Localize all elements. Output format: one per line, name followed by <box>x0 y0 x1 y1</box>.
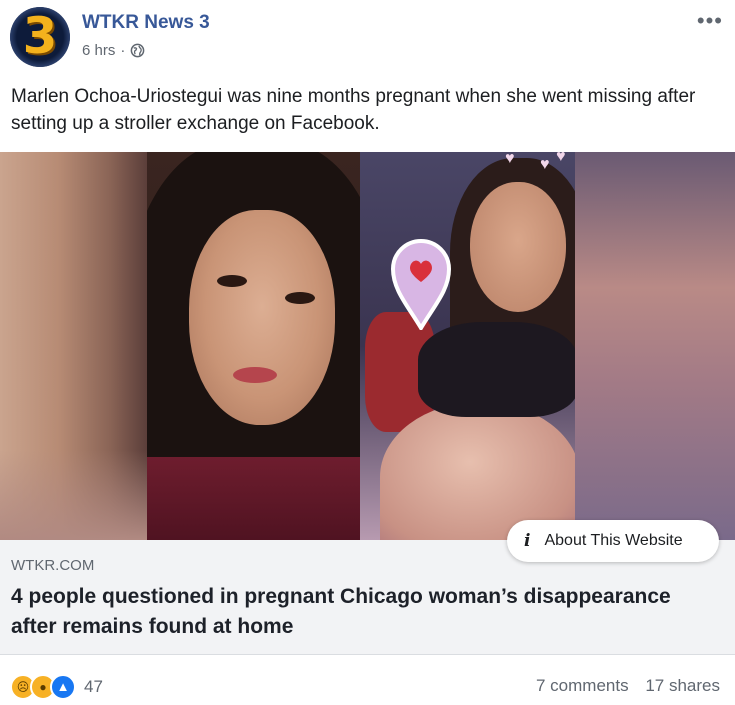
avatar-logo-number: 3 <box>22 7 58 65</box>
about-website-button[interactable]: i About This Website <box>507 520 719 562</box>
page-avatar[interactable]: 3 <box>10 7 70 67</box>
post-meta: 6 hrs · <box>82 42 145 59</box>
like-icon: ▲ <box>50 674 76 700</box>
reaction-count[interactable]: 47 <box>84 677 103 697</box>
heart-sticker-icon: ♥ <box>556 152 566 165</box>
portrait-eye-left <box>217 275 247 287</box>
link-domain: WTKR.COM <box>11 557 95 574</box>
image-portrait-left <box>147 152 360 540</box>
globe-icon[interactable] <box>130 43 145 58</box>
image-blur-left <box>0 152 147 540</box>
comments-count[interactable]: 7 comments <box>536 676 629 695</box>
page-name-link[interactable]: WTKR News 3 <box>82 12 210 34</box>
image-portrait-right: ♥ ♥ ♥ <box>360 152 575 540</box>
meta-separator: · <box>120 42 126 59</box>
black-top <box>418 322 575 417</box>
post-time[interactable]: 6 hrs <box>82 42 115 59</box>
link-title[interactable]: 4 people questioned in pregnant Chicago … <box>11 582 711 642</box>
portrait-eye-right <box>285 292 315 304</box>
portrait-face <box>189 210 335 425</box>
portrait-lips <box>233 367 277 383</box>
portrait-face-right <box>470 182 566 312</box>
engagement-counts: 7 comments 17 shares <box>536 676 720 696</box>
heart-pin-sticker-icon <box>390 239 452 330</box>
shares-count[interactable]: 17 shares <box>645 676 720 695</box>
heart-sticker-icon: ♥ <box>540 156 550 173</box>
heart-sticker-icon: ♥ <box>505 152 515 167</box>
more-options-icon[interactable]: ••• <box>697 8 723 34</box>
post-header: 3 WTKR News 3 6 hrs · ••• <box>0 0 735 76</box>
image-blur-right <box>575 152 735 540</box>
about-website-label: About This Website <box>544 532 683 549</box>
reactions-summary[interactable]: ☹ ● ▲ 47 <box>10 674 103 700</box>
post-message: Marlen Ochoa-Uriostegui was nine months … <box>11 86 696 134</box>
link-preview-image[interactable]: ♥ ♥ ♥ <box>0 152 735 540</box>
portrait-top <box>147 457 360 540</box>
info-icon: i <box>524 531 531 551</box>
